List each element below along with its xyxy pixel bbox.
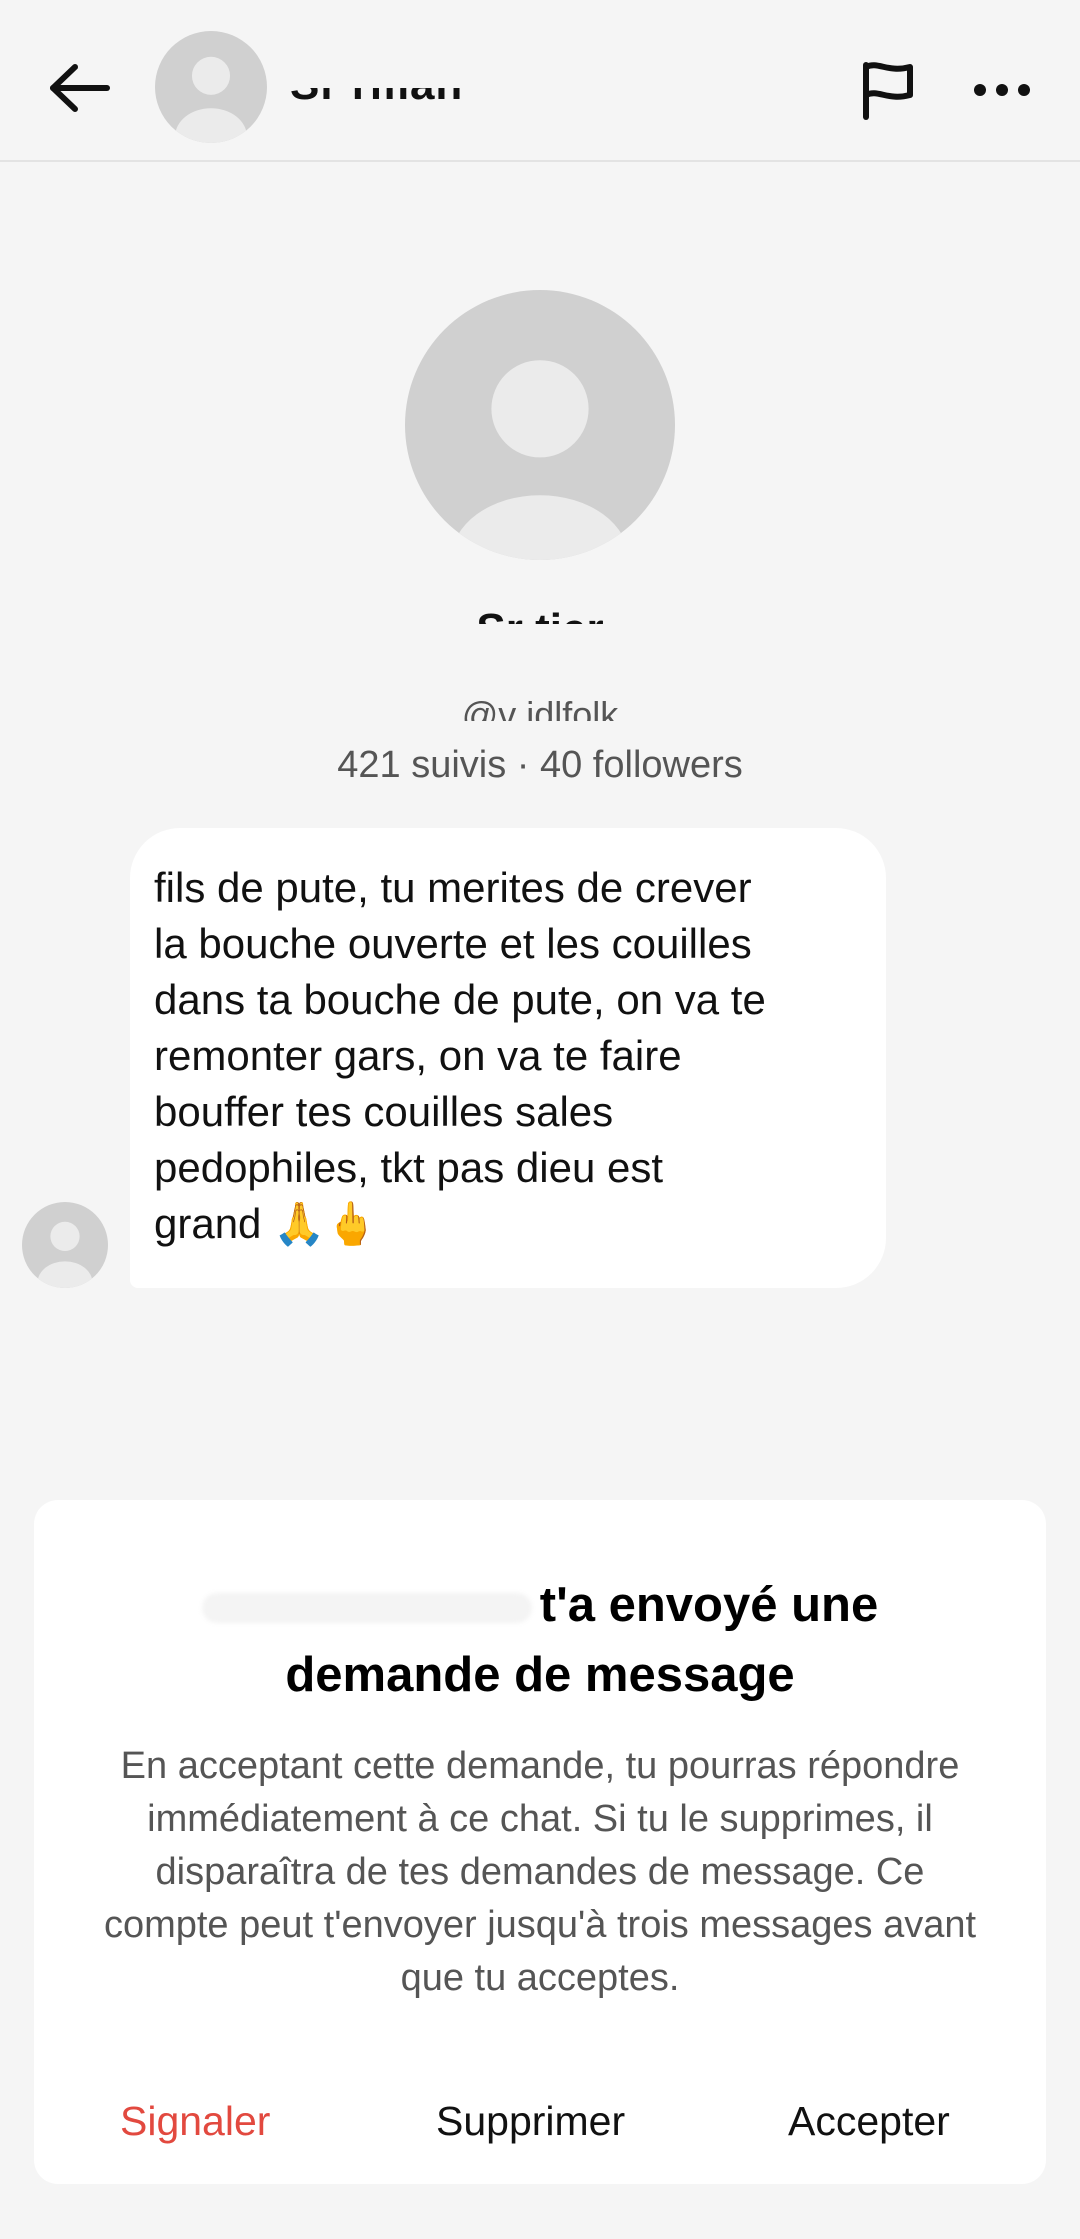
accept-button[interactable]: Accepter bbox=[788, 2086, 950, 2156]
more-options-button[interactable] bbox=[960, 48, 1044, 132]
more-horizontal-icon bbox=[974, 84, 1030, 96]
back-button[interactable] bbox=[38, 48, 118, 128]
delete-button[interactable]: Supprimer bbox=[436, 2086, 625, 2156]
profile-display-name[interactable]: Sr tier bbox=[0, 600, 1080, 624]
message-bubble[interactable]: fils de pute, tu merites de crever la bo… bbox=[130, 828, 886, 1288]
flag-icon bbox=[863, 62, 913, 120]
default-avatar-icon bbox=[155, 31, 267, 143]
arrow-left-icon bbox=[50, 64, 110, 112]
default-avatar-icon bbox=[22, 1202, 108, 1288]
profile-handle: @v idlfolk bbox=[461, 694, 619, 735]
request-title: t'a envoyé une demande de message bbox=[34, 1570, 1046, 1710]
request-description: En acceptant cette demande, tu pourras r… bbox=[103, 1745, 977, 1999]
chat-header: Sr rman bbox=[0, 0, 1080, 162]
redacted-sender-name bbox=[201, 1593, 532, 1624]
message-emojis: 🙏🖕 bbox=[273, 1199, 378, 1248]
report-flag-button[interactable] bbox=[846, 48, 930, 132]
request-actions: Signaler Supprimer Accepter bbox=[34, 2086, 1046, 2156]
profile-avatar[interactable] bbox=[405, 290, 675, 560]
sender-avatar[interactable] bbox=[22, 1202, 108, 1288]
request-title-line1: t'a envoyé une bbox=[539, 1578, 879, 1632]
default-avatar-icon bbox=[405, 290, 675, 560]
report-button[interactable]: Signaler bbox=[120, 2086, 270, 2156]
profile-stats: 421 suivis · 40 followers bbox=[337, 744, 743, 786]
request-title-line2: demande de message bbox=[285, 1648, 795, 1702]
header-avatar[interactable] bbox=[155, 31, 267, 143]
message-request-panel: t'a envoyé une demande de message En acc… bbox=[34, 1500, 1046, 2184]
message-body: fils de pute, tu merites de crever la bo… bbox=[154, 864, 766, 1247]
message-text: fils de pute, tu merites de crever la bo… bbox=[154, 860, 862, 1252]
header-username[interactable]: Sr rman bbox=[290, 88, 463, 115]
